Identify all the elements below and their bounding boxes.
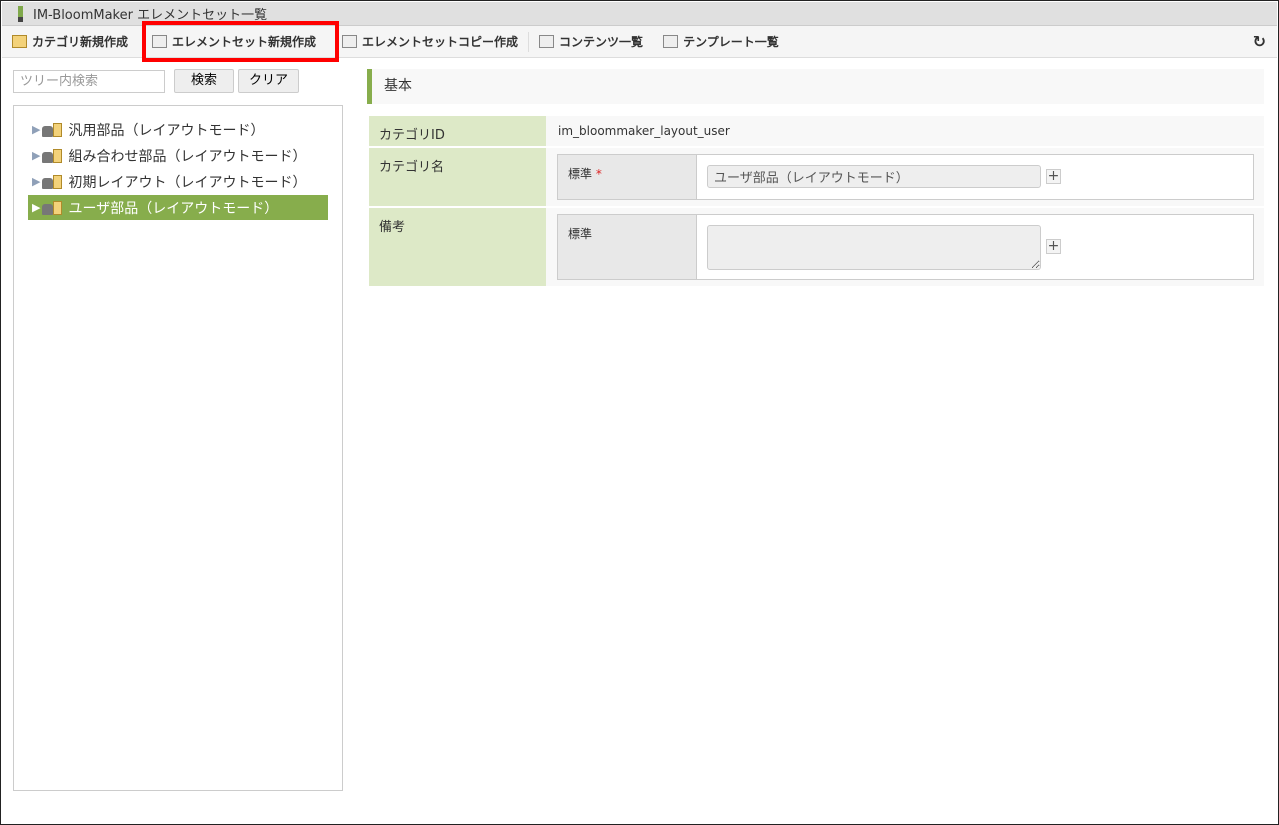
app-logo-icon — [18, 5, 23, 22]
locale-table: 標準 * + — [557, 154, 1254, 200]
label: エレメントセットコピー作成 — [362, 35, 519, 49]
remarks-textarea[interactable] — [707, 225, 1041, 270]
template-list-button[interactable]: テンプレート一覧 — [653, 26, 789, 57]
node-label: 汎用部品（レイアウトモード） — [68, 122, 265, 139]
highlight-box — [142, 21, 339, 62]
label: テンプレート一覧 — [683, 35, 779, 49]
copy-element-set-button[interactable]: エレメントセットコピー作成 — [332, 26, 528, 57]
locale-text: 標準 — [568, 167, 593, 181]
list-icon — [663, 35, 679, 48]
category-id-label: カテゴリID — [369, 116, 546, 146]
clear-button[interactable]: クリア — [238, 69, 299, 93]
expand-arrow-icon[interactable]: ▶ — [32, 175, 40, 188]
copy-icon — [342, 35, 358, 48]
folder-icon — [53, 174, 63, 189]
add-locale-button[interactable]: + — [1046, 169, 1061, 184]
remarks-label: 備考 — [369, 208, 546, 286]
label: コンテンツ一覧 — [559, 35, 644, 49]
lock-icon — [42, 126, 54, 137]
category-id-value: im_bloommaker_layout_user — [558, 124, 730, 138]
tree-node[interactable]: ▶ 汎用部品（レイアウトモード） — [28, 117, 264, 142]
category-id-row: カテゴリID im_bloommaker_layout_user — [369, 116, 1264, 146]
tree-node[interactable]: ▶ 初期レイアウト（レイアウトモード） — [28, 169, 306, 194]
node-label: 組み合わせ部品（レイアウトモード） — [68, 148, 307, 165]
tree-search-input[interactable] — [13, 70, 165, 93]
search-button[interactable]: 検索 — [174, 69, 234, 93]
content-list-button[interactable]: コンテンツ一覧 — [529, 26, 653, 57]
category-name-input[interactable] — [707, 165, 1041, 188]
refresh-icon[interactable]: ↻ — [1253, 32, 1266, 51]
lock-icon — [42, 152, 54, 163]
expand-arrow-icon[interactable]: ▶ — [32, 123, 40, 136]
category-name-row: カテゴリ名 標準 * + — [369, 148, 1264, 206]
section-title: 基本 — [367, 69, 1264, 104]
tree-node-selected[interactable]: ▶ ユーザ部品（レイアウトモード） — [28, 195, 328, 220]
expand-arrow-icon[interactable]: ▶ — [32, 149, 40, 162]
node-label: 初期レイアウト（レイアウトモード） — [68, 174, 307, 191]
category-name-label: カテゴリ名 — [369, 148, 546, 206]
new-category-button[interactable]: カテゴリ新規作成 — [2, 26, 138, 57]
lock-icon — [42, 204, 54, 215]
tree-node[interactable]: ▶ 組み合わせ部品（レイアウトモード） — [28, 143, 306, 168]
label: カテゴリ新規作成 — [32, 35, 129, 49]
folder-icon — [53, 148, 63, 163]
lock-icon — [42, 178, 54, 189]
node-label: ユーザ部品（レイアウトモード） — [68, 200, 279, 217]
required-mark: * — [595, 167, 602, 181]
folder-icon — [53, 122, 63, 137]
list-icon — [539, 35, 555, 48]
category-tree: ▶ 汎用部品（レイアウトモード） ▶ 組み合わせ部品（レイアウトモード） ▶ 初期レイ… — [13, 105, 343, 791]
remarks-row: 備考 標準 + — [369, 208, 1264, 286]
expand-arrow-icon[interactable]: ▶ — [32, 201, 40, 214]
add-locale-button[interactable]: + — [1046, 239, 1061, 254]
folder-add-icon — [12, 35, 27, 48]
remarks-locale-label: 標準 — [558, 215, 697, 279]
locale-label: 標準 * — [558, 155, 697, 199]
remarks-locale-table: 標準 + — [557, 214, 1254, 280]
folder-icon — [53, 200, 63, 215]
